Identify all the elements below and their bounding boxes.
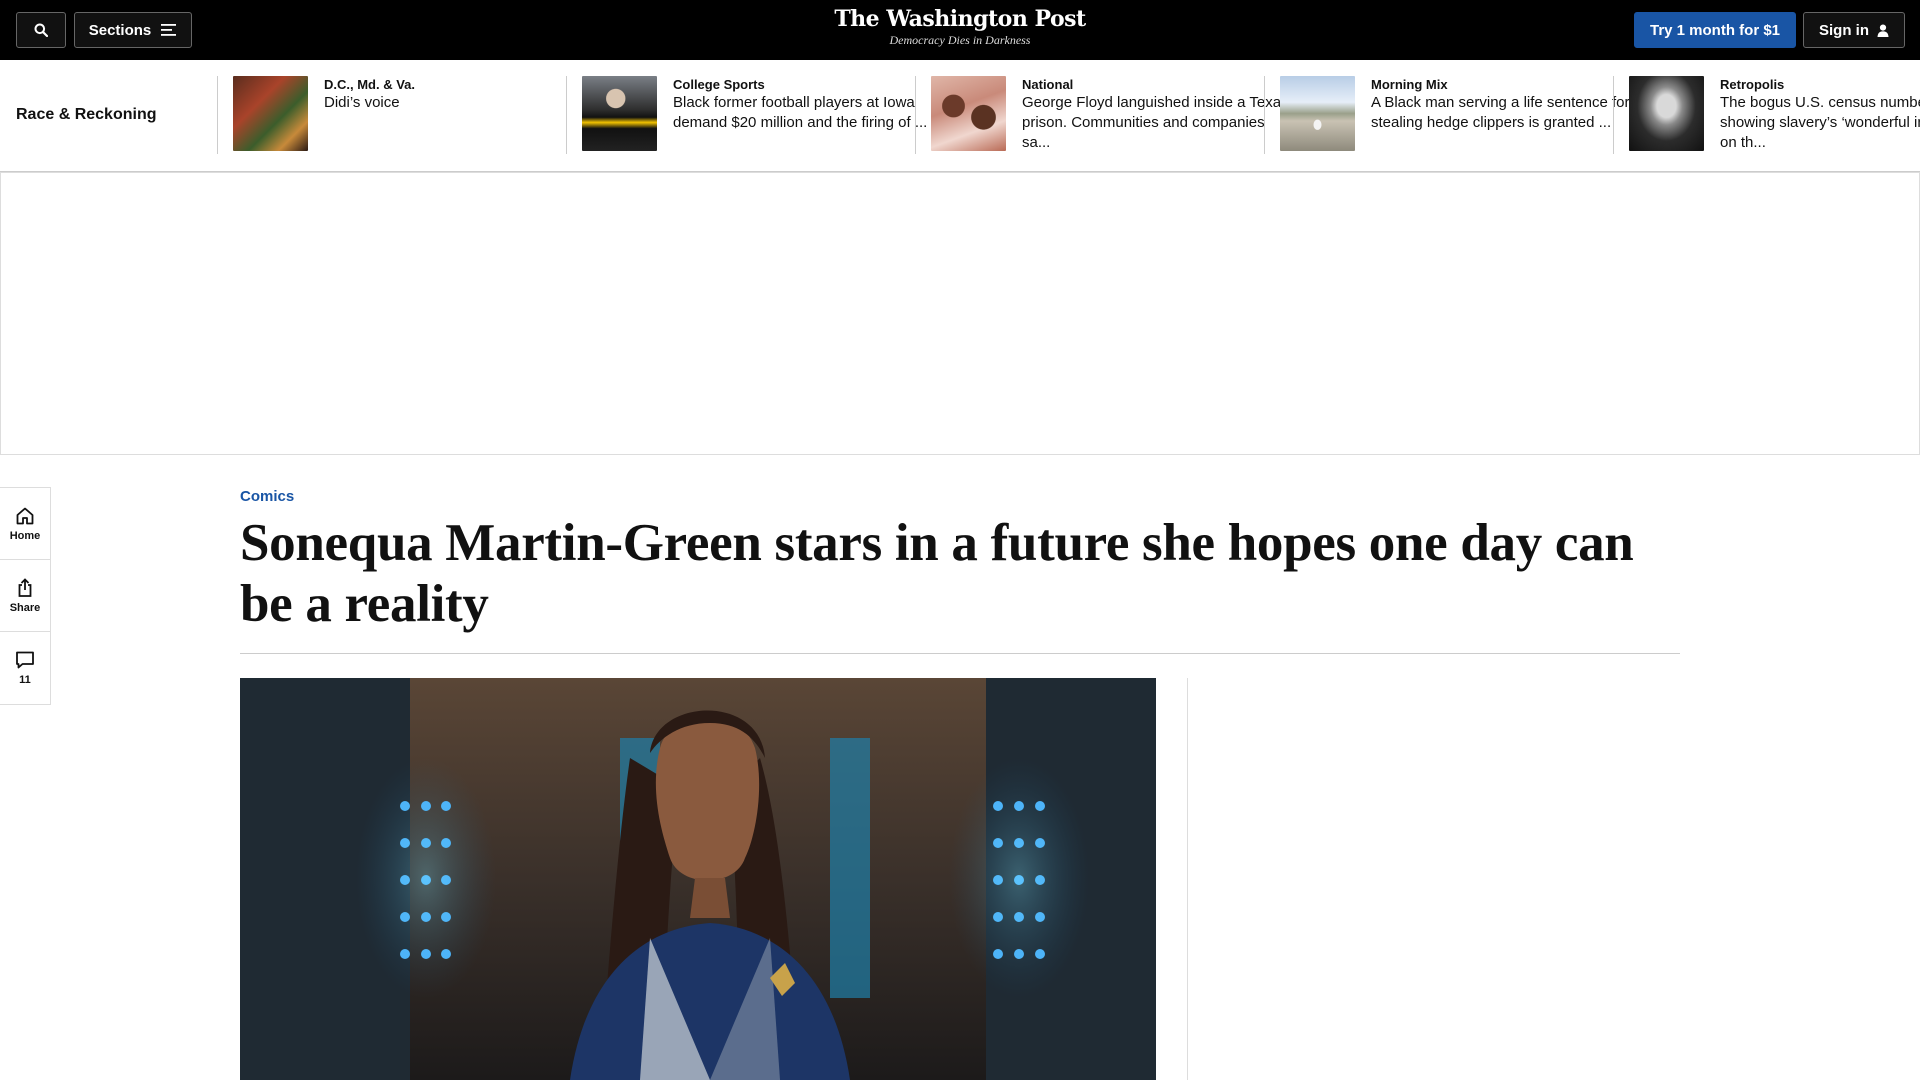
strip-kicker: National	[1022, 77, 1074, 92]
menu-icon	[161, 24, 177, 36]
user-icon	[1877, 24, 1889, 37]
washington-post-logo: The Washington Post	[834, 6, 1086, 32]
strip-kicker: Retropolis	[1720, 77, 1785, 92]
strip-headline: Didi’s voice	[324, 94, 400, 111]
strip-headline: George Floyd languished inside a Texas p…	[1022, 94, 1289, 151]
strip-headline: The bogus U.S. census numbers showing sl…	[1720, 94, 1920, 151]
share-icon	[18, 577, 32, 597]
strip-thumbnail	[931, 76, 1006, 151]
sign-in-button[interactable]: Sign in	[1803, 12, 1905, 48]
tagline: Democracy Dies in Darkness	[889, 33, 1031, 47]
masthead[interactable]: The Washington Post Democracy Dies in Da…	[760, 5, 1160, 47]
search-button[interactable]	[16, 12, 66, 48]
strip-kicker: College Sports	[673, 77, 765, 92]
home-icon	[16, 507, 34, 524]
article-section-kicker[interactable]: Comics	[240, 488, 294, 505]
strip-kicker: D.C., Md. & Va.	[324, 77, 416, 92]
home-button[interactable]: Home	[0, 488, 50, 560]
search-icon	[34, 23, 48, 37]
strip-thumbnail	[582, 76, 657, 151]
race-reckoning-strip: Race & Reckoning D.C., Md. & Va. Didi’s …	[0, 60, 1920, 172]
strip-item[interactable]: D.C., Md. & Va. Didi’s voice	[217, 76, 594, 156]
strip-item[interactable]: Morning Mix A Black man serving a life s…	[1264, 76, 1641, 156]
lead-photo-illustration	[240, 678, 1156, 1080]
comment-icon	[16, 651, 34, 669]
sidebar-divider	[1187, 678, 1188, 1080]
strip-divider	[217, 76, 218, 154]
top-navigation-bar: Sections The Washington Post Democracy D…	[0, 0, 1920, 60]
strip-thumbnail	[1280, 76, 1355, 151]
strip-headline: Black former football players at Iowa de…	[673, 94, 928, 131]
sections-button[interactable]: Sections	[74, 12, 192, 48]
strip-label[interactable]: Race & Reckoning	[16, 106, 156, 124]
sections-label: Sections	[88, 21, 152, 39]
ad-slot	[0, 172, 1920, 455]
home-label: Home	[9, 529, 41, 542]
strip-divider	[915, 76, 916, 154]
sign-in-label: Sign in	[1819, 21, 1869, 39]
strip-thumbnail	[233, 76, 308, 151]
strip-item[interactable]: College Sports Black former football pla…	[566, 76, 943, 156]
share-button[interactable]: Share	[0, 560, 50, 632]
strip-divider	[1264, 76, 1265, 154]
subscribe-button[interactable]: Try 1 month for $1	[1634, 12, 1796, 48]
comments-button[interactable]: 11	[0, 632, 50, 704]
strip-item[interactable]: Retropolis The bogus U.S. census numbers…	[1613, 76, 1920, 156]
left-action-rail: Home Share 11	[0, 487, 51, 705]
strip-thumbnail	[1629, 76, 1704, 151]
strip-item[interactable]: National George Floyd languished inside …	[915, 76, 1292, 156]
comments-count: 11	[19, 674, 31, 686]
strip-kicker: Morning Mix	[1371, 77, 1448, 92]
headline-divider	[240, 653, 1680, 654]
share-label: Share	[9, 601, 41, 614]
strip-divider	[1613, 76, 1614, 154]
article-lead-image	[240, 678, 1156, 1080]
strip-headline: A Black man serving a life sentence for …	[1371, 94, 1630, 131]
subscribe-label: Try 1 month for $1	[1649, 21, 1781, 39]
strip-divider	[566, 76, 567, 154]
article-headline: Sonequa Martin-Green stars in a future s…	[240, 514, 1634, 633]
